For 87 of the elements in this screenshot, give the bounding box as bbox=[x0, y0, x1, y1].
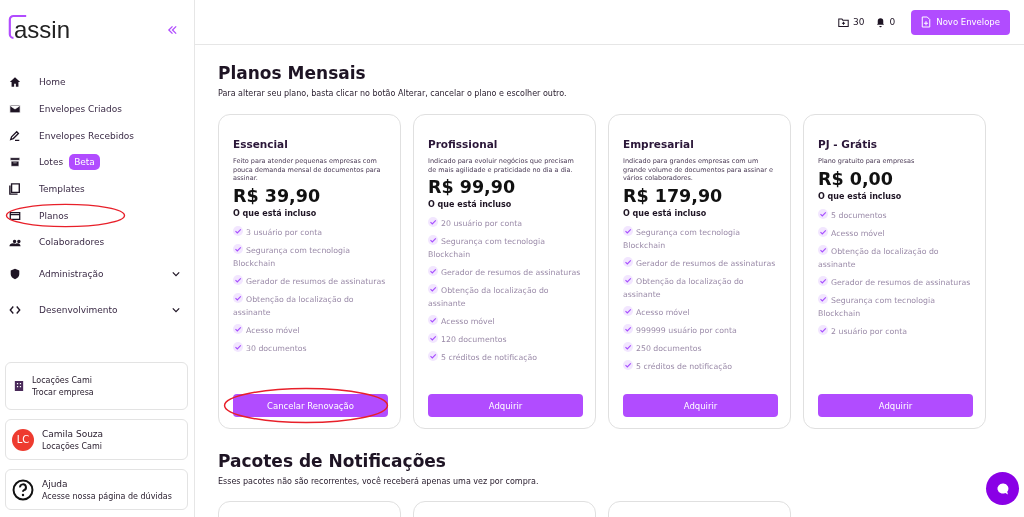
help-card[interactable]: Ajuda Acesse nossa página de dúvidas bbox=[5, 469, 188, 510]
included-heading: O que está incluso bbox=[818, 191, 903, 201]
logo: assin bbox=[8, 17, 71, 43]
nav-item[interactable]: Envelopes Recebidos bbox=[5, 122, 188, 150]
check-icon bbox=[818, 226, 828, 237]
archive-icon bbox=[9, 156, 21, 169]
check-icon bbox=[623, 274, 633, 285]
template-icon bbox=[9, 183, 21, 196]
check-icon bbox=[818, 293, 828, 304]
nav-item[interactable]: Colaboradores bbox=[5, 229, 188, 256]
nav-item[interactable]: Lotes Beta bbox=[5, 149, 188, 176]
help-icon bbox=[12, 478, 34, 501]
check-icon bbox=[428, 235, 438, 245]
plan-button[interactable]: Adquirir bbox=[428, 394, 583, 417]
nav-item[interactable]: Administração bbox=[5, 255, 188, 292]
check-icon bbox=[818, 208, 828, 219]
help-title: Ajuda bbox=[42, 478, 69, 489]
new-envelope-button[interactable]: Novo Envelope bbox=[911, 9, 1010, 35]
building-icon bbox=[14, 380, 24, 392]
check-icon bbox=[233, 243, 243, 254]
user-card[interactable]: LC Camila Souza Locações Cami bbox=[5, 419, 188, 460]
nav-item[interactable]: Planos bbox=[5, 202, 188, 230]
plan-price: R$ 179,90 bbox=[623, 185, 724, 206]
user-company: Locações Cami bbox=[42, 441, 103, 451]
bell-icon[interactable] bbox=[874, 16, 886, 28]
company-name: Locações Cami bbox=[32, 375, 93, 385]
avatar: LC bbox=[12, 428, 34, 451]
check-icon bbox=[623, 305, 633, 316]
check-icon bbox=[233, 292, 243, 303]
nav-item[interactable]: Desenvolvimento bbox=[5, 291, 188, 328]
card-icon bbox=[9, 209, 21, 222]
check-icon bbox=[818, 275, 828, 286]
plan-name: Essencial bbox=[233, 138, 289, 150]
check-icon bbox=[623, 359, 633, 370]
plan-button[interactable]: Adquirir bbox=[818, 394, 973, 417]
check-icon bbox=[818, 244, 828, 255]
help-subtitle: Acesse nossa página de dúvidas bbox=[42, 491, 172, 501]
chevron-down-icon[interactable] bbox=[172, 270, 180, 277]
plan-button[interactable]: Adquirir bbox=[623, 394, 778, 417]
nav-item[interactable]: Templates bbox=[5, 175, 188, 203]
check-icon bbox=[623, 225, 633, 236]
check-icon bbox=[233, 341, 243, 352]
check-icon bbox=[623, 341, 633, 352]
collapse-icon[interactable] bbox=[167, 25, 178, 35]
plan-name: Empresarial bbox=[623, 138, 695, 150]
plan-name: PJ - Grátis bbox=[818, 138, 879, 150]
check-icon bbox=[233, 225, 243, 236]
check-icon bbox=[428, 284, 438, 294]
user-name: Camila Souza bbox=[42, 428, 104, 439]
check-icon bbox=[623, 256, 633, 267]
check-icon bbox=[818, 324, 828, 335]
folder-icon[interactable] bbox=[838, 16, 850, 28]
check-icon bbox=[428, 266, 438, 276]
check-icon bbox=[428, 217, 438, 227]
beta-badge: Beta bbox=[69, 154, 100, 171]
new-document-icon bbox=[921, 16, 932, 28]
check-icon bbox=[233, 323, 243, 334]
section-subtitle: Para alterar seu plano, basta clicar no botão Alterar, cancelar o plano e escolher outro. bbox=[218, 89, 568, 98]
plan-price: R$ 99,90 bbox=[428, 177, 517, 197]
home-icon bbox=[9, 76, 21, 89]
check-icon bbox=[428, 351, 438, 361]
section-subtitle: Esses pacotes não são recorrentes, você receberá apenas uma vez por compra. bbox=[218, 477, 540, 486]
included-heading: O que está incluso bbox=[233, 208, 318, 218]
nav-item[interactable]: Envelopes Criados bbox=[5, 95, 188, 123]
mail-icon bbox=[9, 103, 21, 116]
plan-name: Profissional bbox=[428, 138, 499, 150]
section-title: Planos Mensais bbox=[218, 63, 367, 83]
code-icon bbox=[9, 303, 21, 316]
notification-count: 0 bbox=[889, 17, 896, 27]
company-switcher[interactable]: Locações Cami Trocar empresa bbox=[5, 362, 188, 410]
plan-button[interactable]: Cancelar Renovação bbox=[233, 394, 388, 417]
included-heading: O que está incluso bbox=[428, 200, 513, 209]
chevron-down-icon[interactable] bbox=[172, 306, 180, 313]
plan-price: R$ 0,00 bbox=[818, 168, 894, 189]
shield-icon bbox=[9, 267, 21, 280]
included-heading: O que está incluso bbox=[623, 208, 708, 218]
check-icon bbox=[233, 274, 243, 285]
section-title: Pacotes de Notificações bbox=[218, 451, 447, 471]
check-icon bbox=[428, 315, 438, 325]
nav-item[interactable]: Home bbox=[5, 69, 188, 96]
plan-price: R$ 39,90 bbox=[233, 185, 322, 206]
envelope-count: 30 bbox=[853, 17, 865, 27]
check-icon bbox=[428, 333, 438, 343]
check-icon bbox=[623, 323, 633, 334]
chat-button[interactable] bbox=[986, 472, 1019, 505]
switch-company-label: Trocar empresa bbox=[32, 387, 94, 397]
pen-icon bbox=[9, 129, 21, 142]
